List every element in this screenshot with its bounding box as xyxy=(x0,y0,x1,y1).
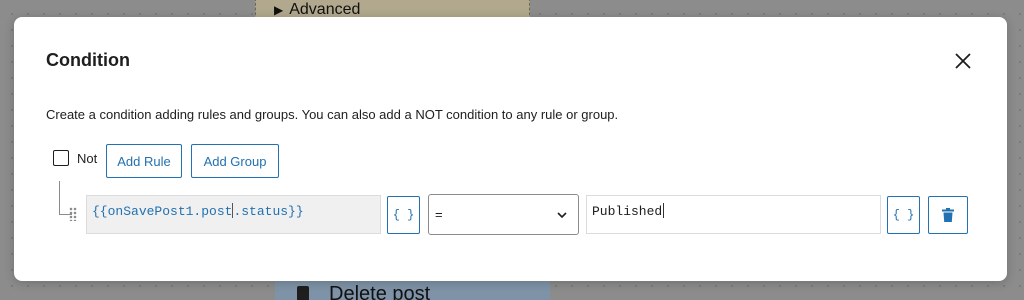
delete-post-block: Delete post xyxy=(275,279,550,300)
expression-field[interactable]: {{onSavePost1.post.status}} xyxy=(86,195,381,234)
chevron-down-icon xyxy=(557,212,567,219)
triangle-right-icon: ▶ xyxy=(274,3,284,17)
insert-variable-button-left[interactable]: { } xyxy=(387,196,420,234)
expression-part2: .status xyxy=(233,204,289,219)
expression-close: }} xyxy=(288,204,304,219)
insert-variable-button-right[interactable]: { } xyxy=(887,196,920,234)
expression-open: {{ xyxy=(92,204,108,219)
trash-icon xyxy=(942,208,954,222)
not-checkbox[interactable] xyxy=(53,150,69,166)
text-caret xyxy=(663,203,665,218)
value-field[interactable]: Published xyxy=(586,195,881,234)
advanced-label: Advanced xyxy=(289,1,361,18)
operator-select[interactable]: = xyxy=(428,194,579,235)
condition-modal: Condition Create a condition adding rule… xyxy=(14,17,1007,281)
not-label: Not xyxy=(77,150,98,166)
modal-title: Condition xyxy=(46,50,130,70)
delete-post-label: Delete post xyxy=(329,283,431,300)
modal-description: Create a condition adding rules and grou… xyxy=(46,107,619,122)
value-text: Published xyxy=(592,204,663,219)
expression-part1: onSavePost1.post xyxy=(107,204,233,219)
operator-value: = xyxy=(435,207,443,222)
document-icon xyxy=(297,286,309,300)
close-icon xyxy=(955,53,971,69)
add-rule-button[interactable]: Add Rule xyxy=(106,144,182,178)
add-group-button[interactable]: Add Group xyxy=(191,144,279,178)
not-toggle[interactable]: Not xyxy=(53,150,97,166)
close-button[interactable] xyxy=(950,48,976,74)
delete-rule-button[interactable] xyxy=(928,196,968,234)
drag-handle-icon[interactable] xyxy=(69,207,77,221)
